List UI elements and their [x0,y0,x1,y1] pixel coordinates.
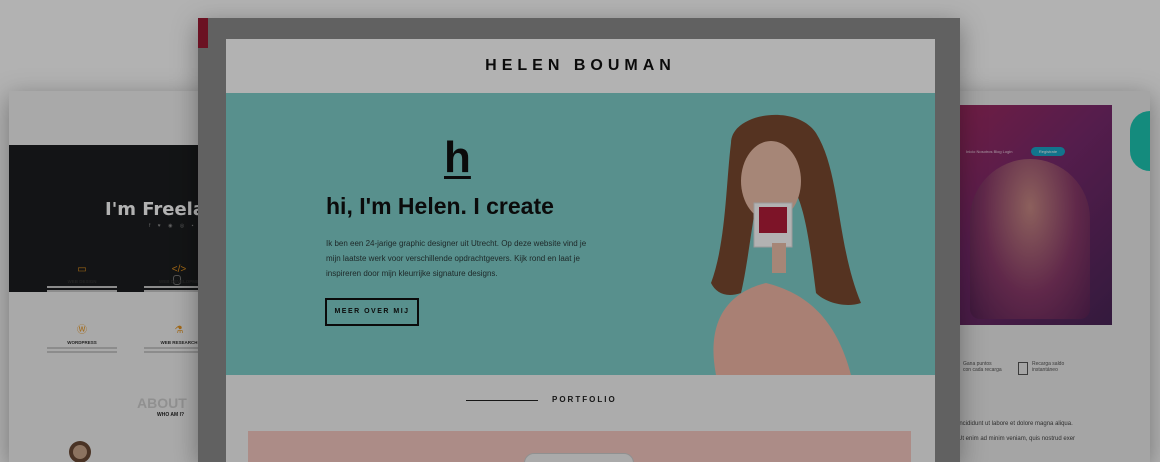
site-header: HELEN BOUMAN [226,39,935,93]
service-wordpress: Ⓦ WORDPRESS [37,324,127,353]
brand-title: HELEN BOUMAN [485,57,676,74]
wordpress-icon: Ⓦ [77,325,87,336]
about-me-button[interactable]: MEER OVER MIJ [325,298,419,326]
hero-intro: Ik ben een 24-jarige graphic designer ui… [326,239,587,278]
main-page: HELEN BOUMAN h hi, I'm Helen. I create I… [226,39,935,462]
portfolio-heading: PORTFOLIO [552,395,617,404]
feature-recarga: Recarga saldo instantáneo [1032,361,1065,373]
monitor-icon: ▭ [77,264,87,275]
right-body-line-2: Ut enim ad minim veniam, quis nostrud ex… [958,436,1076,442]
register-button[interactable]: Registrate [1031,147,1065,156]
logo-letter: h [444,133,471,182]
right-body-line-1: incididunt ut labore et dolore magna ali… [958,421,1073,427]
portfolio-device-mockup [524,453,634,462]
hero-photo [970,159,1090,319]
main-template-preview[interactable]: HELEN BOUMAN h hi, I'm Helen. I create I… [198,18,960,462]
left-hero-title: I'm Freela [105,199,205,220]
right-nav-menu[interactable]: Inicio Nosotros Blog Login [966,149,1012,154]
document-icon [1018,362,1028,375]
feature-points: Gana puntos con cada recarga [963,361,1002,373]
service-web-design: ▭ WEB DESIGN [37,263,127,292]
social-icons: f ♥ ◉ ◎ ▪ [149,223,197,229]
decorative-circle [1130,111,1150,171]
section-divider [466,400,538,401]
avatar-face [73,445,87,459]
hero-portrait [711,114,861,375]
hero-headline: hi, I'm Helen. I create [326,193,554,219]
about-subheading: WHO AM I? [157,412,185,418]
about-heading: ABOUT [137,395,187,411]
hero-section: h hi, I'm Helen. I create Ik ben een 24-… [226,93,935,375]
red-accent [198,18,208,48]
right-template-preview[interactable]: Inicio Nosotros Blog Login Registrate Ga… [930,91,1150,462]
